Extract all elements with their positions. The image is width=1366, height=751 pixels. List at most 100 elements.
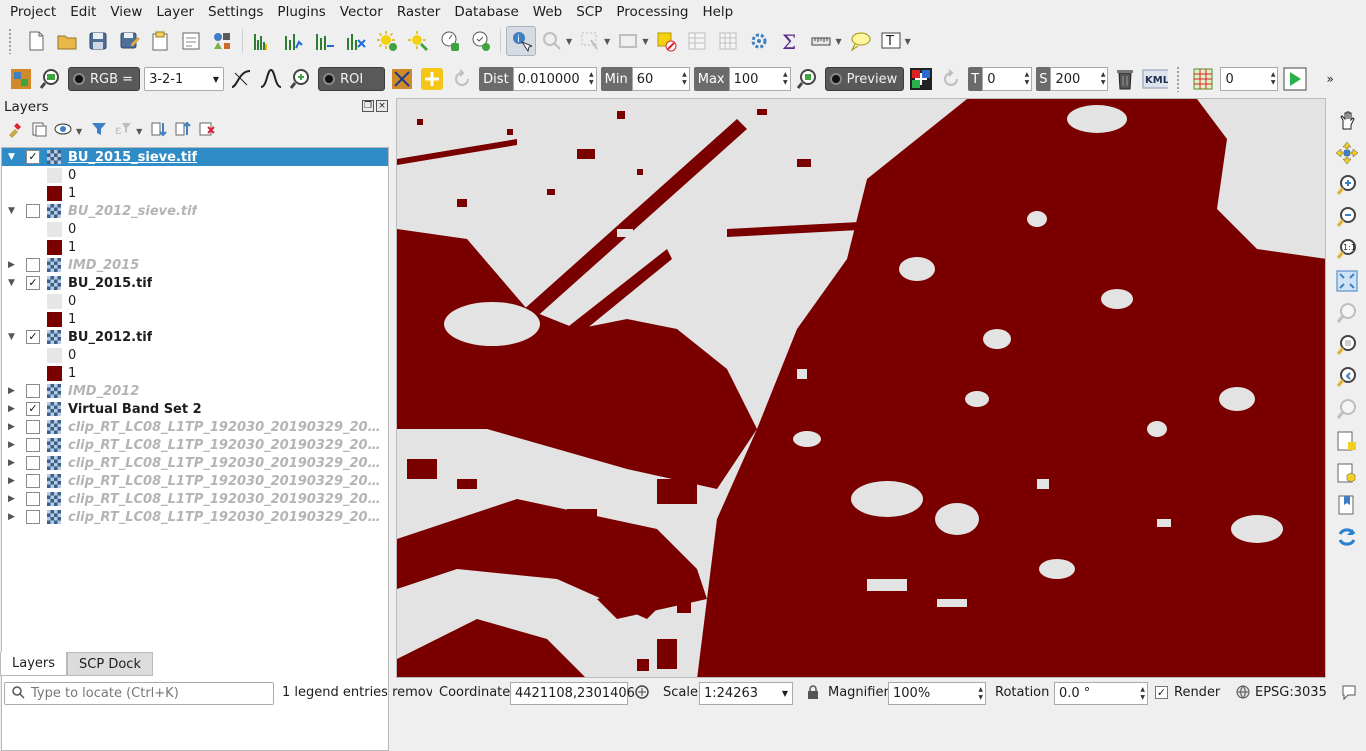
expand-arrow-right-icon[interactable]: ▶: [8, 476, 15, 486]
style-manager-icon[interactable]: [207, 26, 237, 56]
menu-plugins[interactable]: Plugins: [270, 0, 332, 24]
zoom-to-selection-icon[interactable]: [1332, 298, 1362, 328]
layer-item[interactable]: ▶ ✓ Virtual Band Set 2: [2, 400, 388, 418]
expand-arrow-right-icon[interactable]: ▶: [8, 512, 15, 522]
layer-visibility-checkbox[interactable]: [26, 510, 40, 524]
spin-arrows-icon[interactable]: ▲ ▼: [783, 71, 788, 87]
magnifier-spinbox[interactable]: 100% ▲ ▼: [888, 682, 986, 705]
expand-arrow-right-icon[interactable]: ▶: [8, 422, 15, 432]
new-map-view-icon[interactable]: [1332, 426, 1362, 456]
layer-visibility-checkbox[interactable]: [26, 492, 40, 506]
scp-scatter-plot-icon[interactable]: [310, 26, 340, 56]
layer-item[interactable]: ▶ IMD_2015: [2, 256, 388, 274]
tab-layers[interactable]: Layers: [0, 652, 68, 676]
scale-combo[interactable]: 1:24263 ▼: [699, 682, 793, 705]
refresh-icon[interactable]: [1332, 522, 1362, 552]
spin-arrows-icon[interactable]: ▲ ▼: [1271, 71, 1276, 87]
rgb-combo[interactable]: 3-2-1 ▼: [144, 67, 225, 91]
layout-manager-icon[interactable]: [176, 26, 206, 56]
pointer-preview-icon[interactable]: [908, 64, 934, 94]
save-project-icon[interactable]: [83, 26, 113, 56]
layer-item[interactable]: ▶ clip_RT_LC08_L1TP_192030_20190329_20190…: [2, 436, 388, 454]
expand-arrow-down-icon[interactable]: ▼: [8, 332, 15, 342]
select-features-icon[interactable]: [537, 26, 567, 56]
layer-visibility-checkbox[interactable]: [26, 420, 40, 434]
layer-visibility-checkbox[interactable]: [26, 438, 40, 452]
style-panel-icon[interactable]: [6, 120, 24, 142]
zoom-to-layer-icon[interactable]: [1332, 330, 1362, 360]
layer-item[interactable]: ▶ clip_RT_LC08_L1TP_192030_20190329_20190…: [2, 472, 388, 490]
local-std-stretch-icon[interactable]: [258, 64, 284, 94]
statistical-summary-icon[interactable]: Σ: [775, 26, 805, 56]
spin-arrows-icon[interactable]: ▲ ▼: [978, 686, 983, 702]
run-icon[interactable]: [1282, 64, 1308, 94]
zoom-last-icon[interactable]: [1332, 362, 1362, 392]
messages-icon[interactable]: [1340, 683, 1358, 705]
dist-spinbox[interactable]: 0.010000 ▲ ▼: [512, 67, 597, 91]
chevron-down-icon[interactable]: ▼: [835, 37, 841, 46]
layer-visibility-checkbox[interactable]: [26, 456, 40, 470]
menu-layer[interactable]: Layer: [149, 0, 201, 24]
filter-legend-icon[interactable]: [90, 120, 108, 142]
manual-roi-icon[interactable]: [389, 64, 415, 94]
expand-arrow-right-icon[interactable]: ▶: [8, 494, 15, 504]
rotation-spinbox[interactable]: 0.0 ° ▲ ▼: [1054, 682, 1148, 705]
expand-all-icon[interactable]: [150, 120, 168, 142]
t-spinbox[interactable]: 0 ▲ ▼: [982, 67, 1033, 91]
menu-database[interactable]: Database: [447, 0, 525, 24]
layer-visibility-checkbox[interactable]: ✓: [26, 402, 40, 416]
menu-help[interactable]: Help: [695, 0, 740, 24]
expand-arrow-right-icon[interactable]: ▶: [8, 260, 15, 270]
scp-download-icon[interactable]: [372, 26, 402, 56]
save-as-icon[interactable]: [114, 26, 144, 56]
layer-item[interactable]: ▶ IMD_2012: [2, 382, 388, 400]
zoom-to-image-icon[interactable]: [38, 64, 64, 94]
roi-radio-button[interactable]: ROI: [318, 67, 386, 91]
manage-visibility-icon[interactable]: [54, 120, 72, 142]
spin-arrows-icon[interactable]: ▲ ▼: [1140, 686, 1145, 702]
s-spinbox[interactable]: 200 ▲ ▼: [1050, 67, 1109, 91]
menu-raster[interactable]: Raster: [390, 0, 448, 24]
layer-visibility-checkbox[interactable]: ✓: [26, 150, 40, 164]
filter-expression-icon[interactable]: ε: [114, 120, 132, 142]
collapse-all-icon[interactable]: [174, 120, 192, 142]
min-spinbox[interactable]: 60 ▲ ▼: [631, 67, 690, 91]
map-tips-icon[interactable]: [845, 26, 875, 56]
expand-arrow-down-icon[interactable]: ▼: [8, 278, 15, 288]
chevron-down-icon[interactable]: ▼: [136, 127, 142, 136]
processing-toolbox-icon[interactable]: [744, 26, 774, 56]
layer-visibility-checkbox[interactable]: [26, 258, 40, 272]
toggle-extents-icon[interactable]: [634, 684, 650, 704]
spin-arrows-icon[interactable]: ▲ ▼: [1101, 71, 1106, 87]
zoom-native-icon[interactable]: 1:1: [1332, 234, 1362, 264]
local-cumulative-stretch-icon[interactable]: [228, 64, 254, 94]
float-panel-icon[interactable]: ❐: [362, 100, 374, 112]
expand-arrow-down-icon[interactable]: ▼: [8, 152, 15, 162]
expand-arrow-right-icon[interactable]: ▶: [8, 404, 15, 414]
scp-band-histogram-icon[interactable]: [248, 26, 278, 56]
preview-radio-button[interactable]: Preview: [824, 67, 905, 91]
coordinate-field[interactable]: 4421108,2301406: [510, 682, 635, 705]
toolbar-grip[interactable]: [8, 28, 12, 54]
chevron-down-icon[interactable]: ▼: [642, 37, 648, 46]
menu-vector[interactable]: Vector: [333, 0, 390, 24]
rgb-radio-button[interactable]: RGB =: [68, 67, 141, 91]
expand-arrow-right-icon[interactable]: ▶: [8, 458, 15, 468]
scp-postprocessing-icon[interactable]: [434, 26, 464, 56]
layer-item[interactable]: ▼ BU_2012_sieve.tif: [2, 202, 388, 220]
layer-item[interactable]: ▼ ✓ BU_2015_sieve.tif: [2, 148, 388, 166]
zoom-out-icon[interactable]: [1332, 202, 1362, 232]
chevron-down-icon[interactable]: ▼: [76, 127, 82, 136]
layer-item[interactable]: ▶ clip_RT_LC08_L1TP_192030_20190329_20190…: [2, 490, 388, 508]
select-all-icon[interactable]: [613, 26, 643, 56]
spin-arrows-icon[interactable]: ▲ ▼: [682, 71, 687, 87]
lock-scale-icon[interactable]: [806, 684, 820, 704]
chevron-down-icon[interactable]: ▼: [905, 37, 911, 46]
remove-temp-files-icon[interactable]: [1112, 64, 1138, 94]
zoom-in-icon[interactable]: [1332, 170, 1362, 200]
redo-preview-icon[interactable]: [938, 64, 964, 94]
identify-features-icon[interactable]: i: [506, 26, 536, 56]
tab-scp-dock[interactable]: SCP Dock: [67, 652, 153, 676]
menu-edit[interactable]: Edit: [63, 0, 103, 24]
new-bookmark-icon[interactable]: [1332, 490, 1362, 520]
